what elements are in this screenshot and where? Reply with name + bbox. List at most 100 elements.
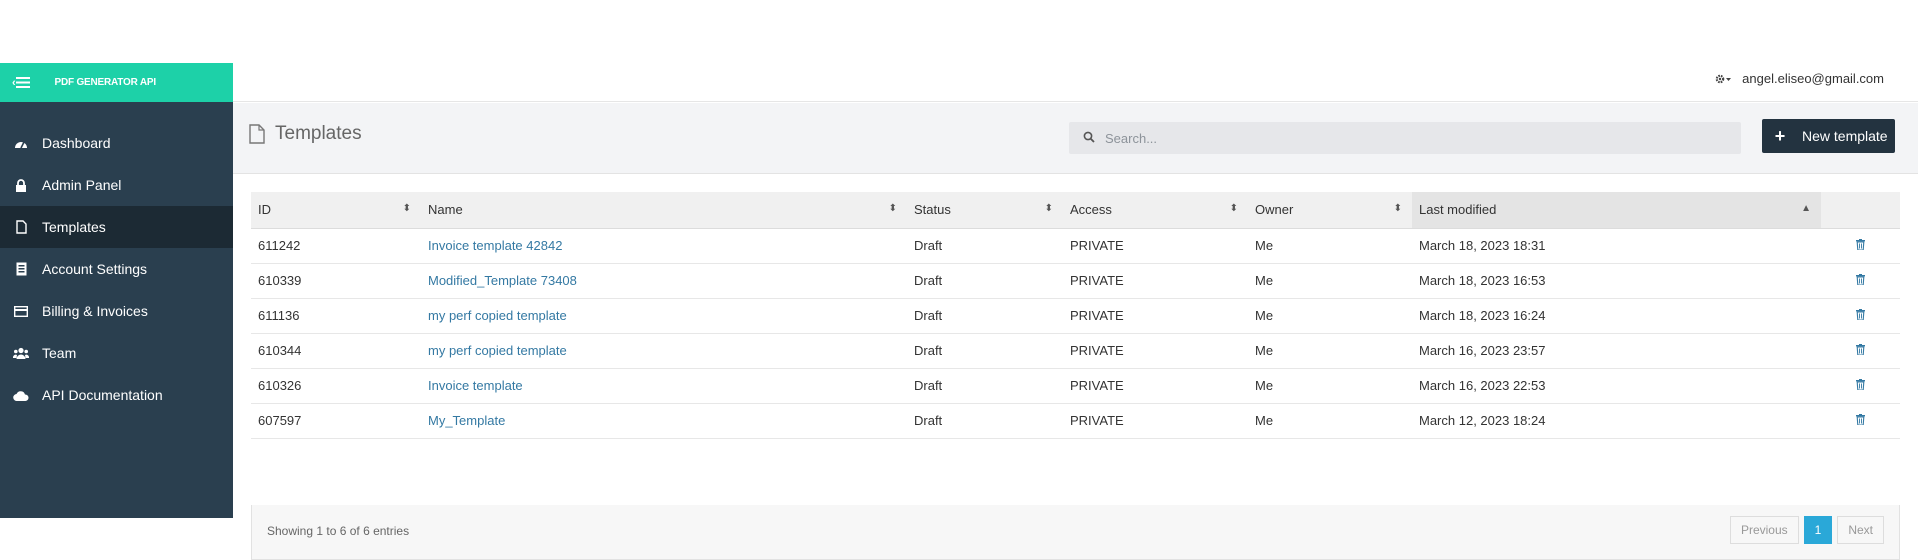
column-header-name[interactable]: Name ⬍	[421, 192, 907, 229]
cell-id: 610339	[251, 263, 421, 299]
column-header-id[interactable]: ID ⬍	[251, 192, 421, 229]
user-menu[interactable]: angel.eliseo@gmail.com	[1714, 71, 1884, 86]
document-icon	[10, 220, 32, 234]
brand-bar: ‹ PDF GENERATOR API	[0, 63, 233, 102]
table-row: 610339 Modified_Template 73408 Draft PRI…	[251, 263, 1900, 299]
cell-owner: Me	[1248, 403, 1412, 439]
sidebar-item-label: Account Settings	[42, 261, 148, 277]
page-title: Templates	[275, 123, 362, 144]
trash-icon[interactable]	[1856, 273, 1865, 288]
sidebar-item-label: Billing & Invoices	[42, 303, 148, 319]
brand-name: PDF GENERATOR API	[54, 77, 156, 88]
page-title-group: Templates	[249, 123, 362, 145]
template-link[interactable]: Invoice template	[428, 378, 523, 393]
templates-table: ID ⬍ Name ⬍ Status ⬍ Access ⬍ Owner ⬍ Last mo…	[251, 192, 1900, 439]
template-link[interactable]: Invoice template 42842	[428, 238, 562, 253]
sort-icon: ⬍	[1044, 203, 1053, 214]
cell-owner: Me	[1248, 333, 1412, 369]
cell-id: 611136	[251, 298, 421, 334]
cell-status: Draft	[907, 333, 1063, 369]
pagination: Previous 1 Next	[1725, 516, 1884, 544]
search-input[interactable]	[1105, 130, 1705, 146]
column-header-access[interactable]: Access ⬍	[1063, 192, 1248, 229]
trash-icon[interactable]	[1856, 378, 1865, 393]
cell-name: Invoice template 42842	[421, 228, 907, 264]
cell-modified: March 18, 2023 18:31	[1412, 228, 1821, 264]
cell-id: 611242	[251, 228, 421, 264]
cell-status: Draft	[907, 263, 1063, 299]
sidebar-item-team[interactable]: Team	[0, 332, 233, 374]
search-icon	[1083, 131, 1095, 146]
plus-icon: +	[1774, 125, 1786, 146]
sidebar-item-api-documentation[interactable]: API Documentation	[0, 374, 233, 416]
cell-id: 607597	[251, 403, 421, 439]
cell-name: My_Template	[421, 403, 907, 439]
cell-access: PRIVATE	[1063, 333, 1248, 369]
column-header-status[interactable]: Status ⬍	[907, 192, 1063, 229]
column-header-last-modified[interactable]: Last modified ▲	[1412, 192, 1821, 229]
cell-status: Draft	[907, 403, 1063, 439]
sidebar-item-account-settings[interactable]: Account Settings	[0, 248, 233, 290]
trash-icon[interactable]	[1856, 343, 1865, 358]
cell-actions	[1821, 333, 1900, 369]
cell-name: Invoice template	[421, 368, 907, 404]
main-content: angel.eliseo@gmail.com Templates + New t…	[233, 63, 1918, 560]
cell-modified: March 12, 2023 18:24	[1412, 403, 1821, 439]
cell-modified: March 16, 2023 23:57	[1412, 333, 1821, 369]
cloud-icon	[10, 390, 32, 401]
credit-card-icon	[10, 305, 32, 317]
sort-icon: ⬍	[402, 203, 411, 214]
templates-table-wrapper: ID ⬍ Name ⬍ Status ⬍ Access ⬍ Owner ⬍ Last mo…	[251, 192, 1900, 439]
sidebar-nav: Dashboard Admin Panel Templates Account …	[0, 122, 233, 416]
menu-toggle-icon[interactable]: ‹	[12, 77, 31, 89]
sidebar-item-dashboard[interactable]: Dashboard	[0, 122, 233, 164]
gear-icon[interactable]	[1714, 73, 1732, 85]
sidebar-item-label: API Documentation	[42, 387, 163, 403]
page-1-button[interactable]: 1	[1803, 516, 1833, 544]
cell-modified: March 18, 2023 16:24	[1412, 298, 1821, 334]
cell-owner: Me	[1248, 263, 1412, 299]
page-header: Templates + New template	[233, 103, 1918, 174]
next-page-button[interactable]: Next	[1837, 516, 1884, 544]
trash-icon[interactable]	[1856, 308, 1865, 323]
cell-actions	[1821, 403, 1900, 439]
cell-access: PRIVATE	[1063, 263, 1248, 299]
entries-info: Showing 1 to 6 of 6 entries	[267, 524, 410, 538]
lock-icon	[10, 178, 32, 192]
sidebar-item-billing-invoices[interactable]: Billing & Invoices	[0, 290, 233, 332]
table-row: 607597 My_Template Draft PRIVATE Me Marc…	[251, 403, 1900, 439]
cell-access: PRIVATE	[1063, 403, 1248, 439]
cell-actions	[1821, 298, 1900, 334]
sidebar-item-label: Admin Panel	[42, 177, 122, 193]
id-card-icon	[10, 262, 32, 276]
cell-name: my perf copied template	[421, 298, 907, 334]
new-template-button[interactable]: + New template	[1762, 119, 1895, 153]
sidebar-item-templates[interactable]: Templates	[0, 206, 233, 248]
cell-status: Draft	[907, 368, 1063, 404]
sort-icon: ⬍	[1393, 203, 1402, 214]
sort-icon: ⬍	[1229, 203, 1238, 214]
template-link[interactable]: my perf copied template	[428, 308, 567, 323]
cell-modified: March 16, 2023 22:53	[1412, 368, 1821, 404]
trash-icon[interactable]	[1856, 238, 1865, 253]
template-link[interactable]: My_Template	[428, 413, 505, 428]
cell-id: 610326	[251, 368, 421, 404]
users-icon	[10, 347, 32, 359]
cell-owner: Me	[1248, 228, 1412, 264]
cell-owner: Me	[1248, 298, 1412, 334]
cell-modified: March 18, 2023 16:53	[1412, 263, 1821, 299]
table-header-row: ID ⬍ Name ⬍ Status ⬍ Access ⬍ Owner ⬍ Last mo…	[251, 192, 1900, 229]
template-link[interactable]: my perf copied template	[428, 343, 567, 358]
column-header-owner[interactable]: Owner ⬍	[1248, 192, 1412, 229]
new-template-label: New template	[1802, 128, 1888, 144]
sidebar-item-label: Dashboard	[42, 135, 111, 151]
top-header: angel.eliseo@gmail.com	[233, 63, 1918, 102]
sidebar-item-admin-panel[interactable]: Admin Panel	[0, 164, 233, 206]
previous-page-button[interactable]: Previous	[1729, 516, 1799, 544]
sidebar-item-label: Team	[42, 345, 77, 361]
document-icon	[249, 124, 265, 144]
template-link[interactable]: Modified_Template 73408	[428, 273, 577, 288]
trash-icon[interactable]	[1856, 413, 1865, 428]
sort-icon: ⬍	[888, 203, 897, 214]
cell-name: Modified_Template 73408	[421, 263, 907, 299]
